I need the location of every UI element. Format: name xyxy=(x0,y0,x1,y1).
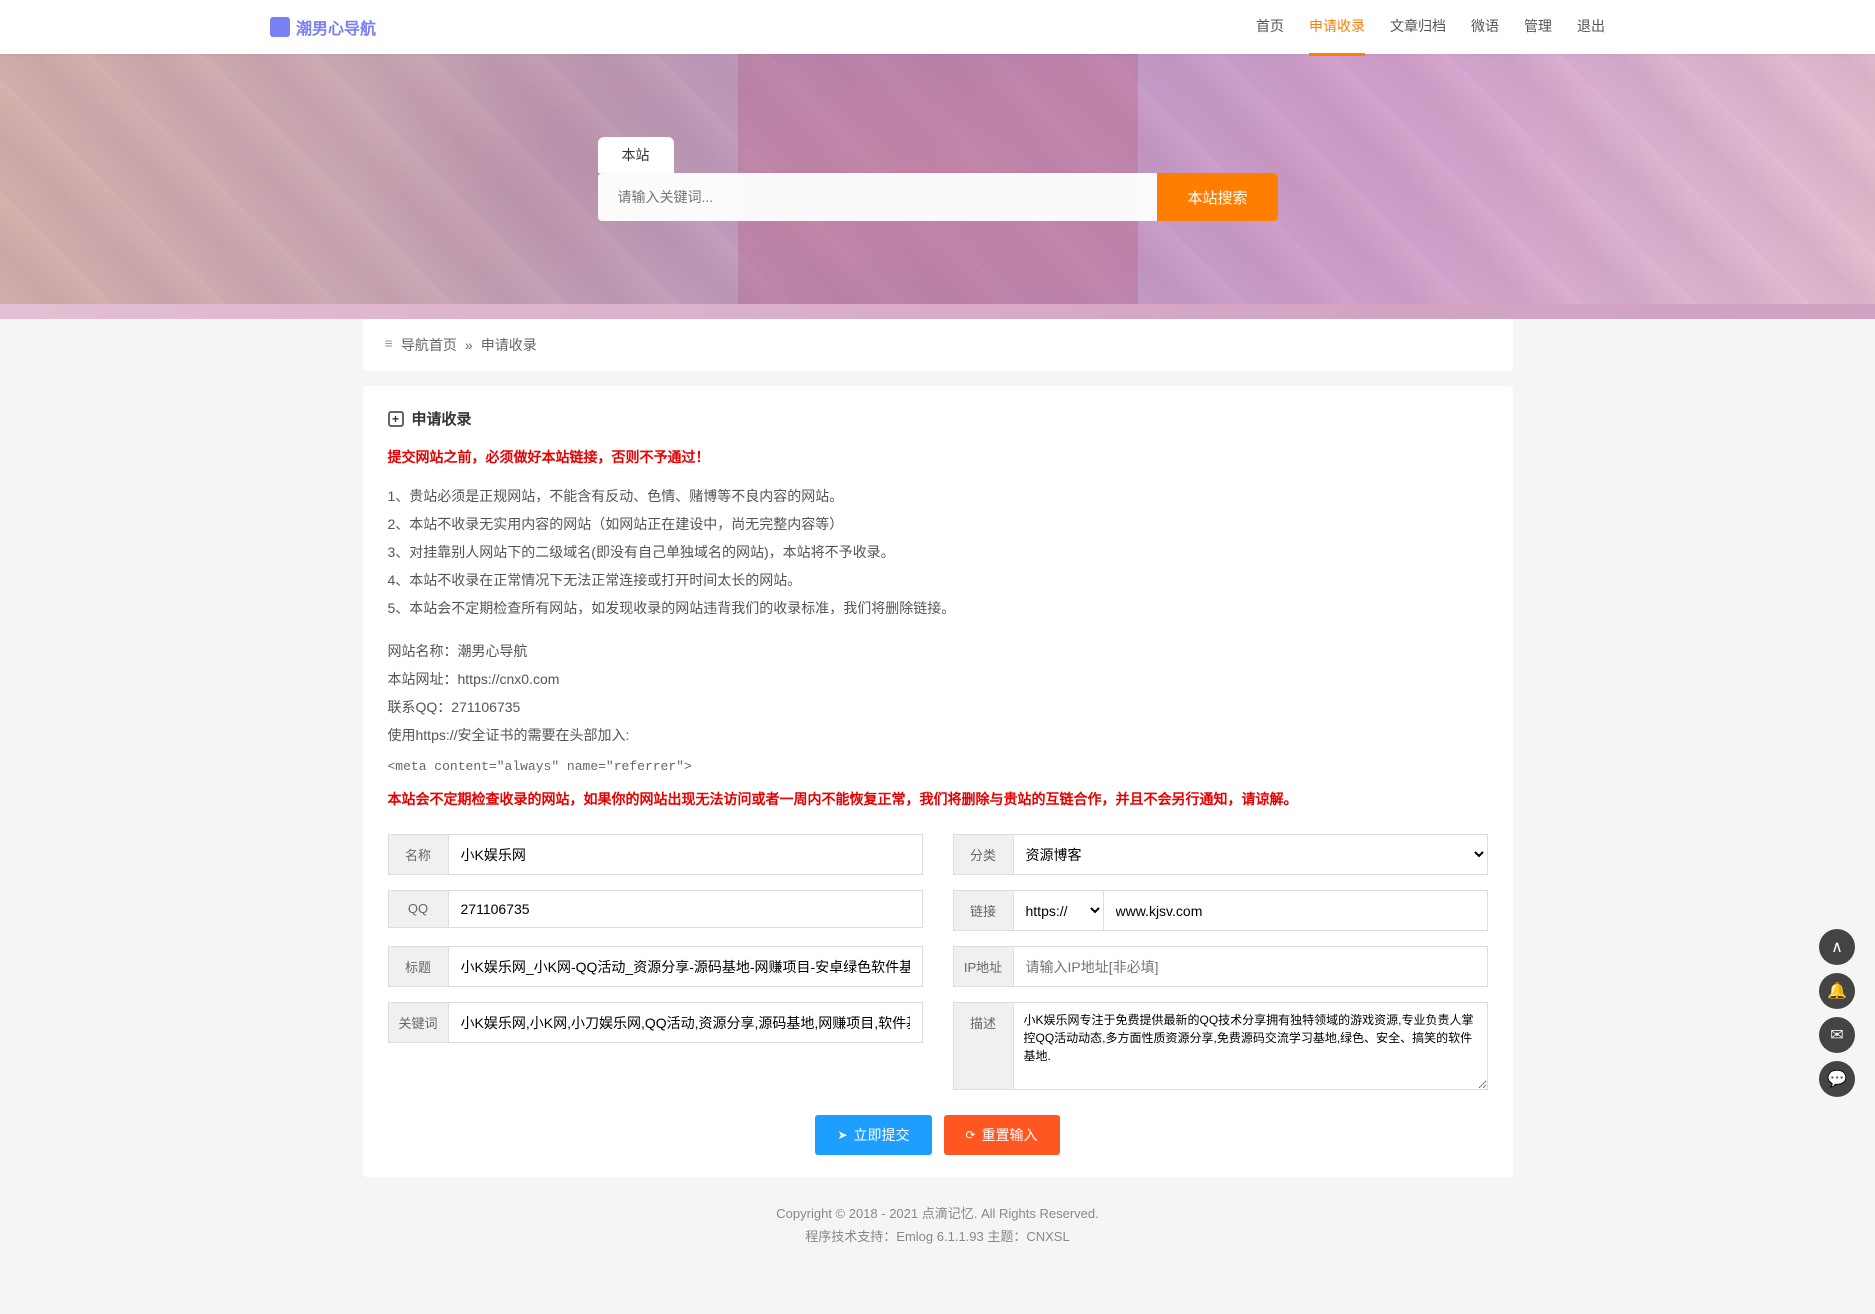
breadcrumb-icon: ≡ xyxy=(385,337,393,353)
input-keywords[interactable] xyxy=(448,1002,923,1043)
field-ip: IP地址 xyxy=(953,946,1488,987)
apply-panel: + 申请收录 提交网站之前，必须做好本站链接，否则不予通过！ 1、贵站必须是正规… xyxy=(363,386,1513,1177)
footer-tech: 程序技术支持：Emlog 6.1.1.93 主题：CNXSL xyxy=(363,1225,1513,1248)
warning-top: 提交网站之前，必须做好本站链接，否则不予通过！ xyxy=(388,447,1488,467)
label-link: 链接 xyxy=(953,890,1013,931)
input-link[interactable] xyxy=(1103,890,1488,931)
info-line: 本站网址：https://cnx0.com xyxy=(388,665,1488,693)
search-tab-local[interactable]: 本站 xyxy=(598,137,674,173)
breadcrumb-current: 申请收录 xyxy=(481,335,537,355)
submit-button[interactable]: ➤ 立即提交 xyxy=(815,1115,931,1155)
field-name: 名称 xyxy=(388,834,923,875)
field-desc: 描述 xyxy=(953,1002,1488,1090)
rules-list: 1、贵站必须是正规网站，不能含有反动、色情、赌博等不良内容的网站。 2、本站不收… xyxy=(388,482,1488,622)
site-logo[interactable]: 潮男心导航 xyxy=(270,15,376,39)
nav-microblog[interactable]: 微语 xyxy=(1471,0,1499,56)
scroll-top-button[interactable]: ∧ xyxy=(1819,929,1855,965)
search-box: 本站搜索 xyxy=(598,173,1278,221)
chevron-up-icon: ∧ xyxy=(1831,937,1843,957)
nav-menu: 首页 申请收录 文章归档 微语 管理 退出 xyxy=(1256,0,1605,56)
search-button[interactable]: 本站搜索 xyxy=(1157,173,1277,221)
logo-icon xyxy=(270,17,290,37)
nav-logout[interactable]: 退出 xyxy=(1577,0,1605,56)
label-category: 分类 xyxy=(953,834,1013,875)
info-line: 使用https://安全证书的需要在头部加入: xyxy=(388,721,1488,749)
plus-icon: + xyxy=(388,411,404,427)
breadcrumb-sep: » xyxy=(465,337,473,353)
panel-title: + 申请收录 xyxy=(388,408,1488,429)
rule-item: 3、对挂靠别人网站下的二级域名(即没有自己单独域名的网站)，本站将不予收录。 xyxy=(388,538,1488,566)
reset-icon: ⟳ xyxy=(966,1128,976,1142)
select-category[interactable]: 资源博客 xyxy=(1013,834,1488,875)
input-title[interactable] xyxy=(448,946,923,987)
label-qq: QQ xyxy=(388,890,448,928)
notify-button[interactable]: 🔔 xyxy=(1819,973,1855,1009)
hero-banner: 本站 本站搜索 xyxy=(0,54,1875,304)
nav-admin[interactable]: 管理 xyxy=(1524,0,1552,56)
float-buttons: ∧ 🔔 ✉ 💬 xyxy=(1819,929,1855,1097)
label-desc: 描述 xyxy=(953,1002,1013,1090)
info-line: 网站名称：潮男心导航 xyxy=(388,637,1488,665)
info-line: 联系QQ：271106735 xyxy=(388,693,1488,721)
label-keywords: 关键词 xyxy=(388,1002,448,1043)
label-name: 名称 xyxy=(388,834,448,875)
breadcrumb-home[interactable]: 导航首页 xyxy=(401,335,457,355)
search-tabs: 本站 xyxy=(598,137,1278,173)
rule-item: 4、本站不收录在正常情况下无法正常连接或打开时间太长的网站。 xyxy=(388,566,1488,594)
rule-item: 5、本站会不定期检查所有网站，如发现收录的网站违背我们的收录标准，我们将删除链接… xyxy=(388,594,1488,622)
field-title: 标题 xyxy=(388,946,923,987)
mail-button[interactable]: ✉ xyxy=(1819,1017,1855,1053)
submit-icon: ➤ xyxy=(837,1128,847,1142)
field-qq: QQ xyxy=(388,890,923,928)
select-protocol[interactable]: https:// xyxy=(1013,890,1103,931)
footer-copyright: Copyright © 2018 - 2021 点滴记忆. All Rights… xyxy=(363,1202,1513,1225)
search-input[interactable] xyxy=(598,173,1158,221)
field-keywords: 关键词 xyxy=(388,1002,923,1043)
label-ip: IP地址 xyxy=(953,946,1013,987)
nav-apply[interactable]: 申请收录 xyxy=(1309,0,1365,56)
input-name[interactable] xyxy=(448,834,923,875)
input-ip[interactable] xyxy=(1013,946,1488,987)
bell-icon: 🔔 xyxy=(1827,981,1847,1001)
label-title: 标题 xyxy=(388,946,448,987)
field-category: 分类 资源博客 xyxy=(953,834,1488,875)
rule-item: 1、贵站必须是正规网站，不能含有反动、色情、赌博等不良内容的网站。 xyxy=(388,482,1488,510)
nav-archive[interactable]: 文章归档 xyxy=(1390,0,1446,56)
wechat-button[interactable]: 💬 xyxy=(1819,1061,1855,1097)
form-actions: ➤ 立即提交 ⟳ 重置输入 xyxy=(388,1115,1488,1155)
nav-home[interactable]: 首页 xyxy=(1256,0,1284,56)
mail-icon: ✉ xyxy=(1830,1025,1843,1045)
rule-item: 2、本站不收录无实用内容的网站（如网站正在建设中，尚无完整内容等） xyxy=(388,510,1488,538)
site-info: 网站名称：潮男心导航 本站网址：https://cnx0.com 联系QQ：27… xyxy=(388,637,1488,749)
textarea-desc[interactable] xyxy=(1013,1002,1488,1090)
input-qq[interactable] xyxy=(448,890,923,928)
field-link: 链接 https:// xyxy=(953,890,1488,931)
wechat-icon: 💬 xyxy=(1827,1069,1847,1089)
meta-code: <meta content="always" name="referrer"> xyxy=(388,759,1488,774)
navbar: 潮男心导航 首页 申请收录 文章归档 微语 管理 退出 xyxy=(0,0,1875,54)
logo-text: 潮男心导航 xyxy=(296,15,376,39)
warning-bottom: 本站会不定期检查收录的网站，如果你的网站出现无法访问或者一周内不能恢复正常，我们… xyxy=(388,789,1488,809)
search-wrap: 本站 本站搜索 xyxy=(598,137,1278,221)
footer: Copyright © 2018 - 2021 点滴记忆. All Rights… xyxy=(363,1177,1513,1274)
reset-button[interactable]: ⟳ 重置输入 xyxy=(944,1115,1060,1155)
breadcrumb: ≡ 导航首页 » 申请收录 xyxy=(363,319,1513,371)
